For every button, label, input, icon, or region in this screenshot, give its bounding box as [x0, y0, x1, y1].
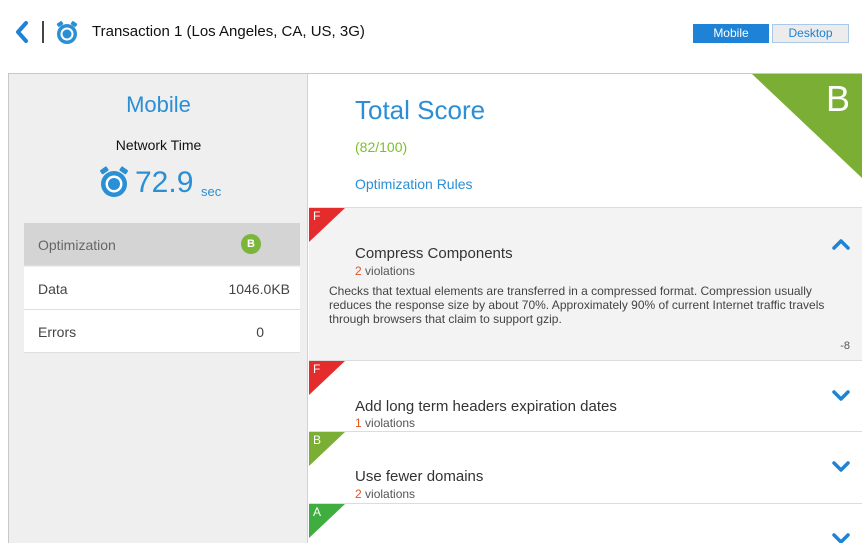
- network-time-value: 72.9: [135, 166, 194, 199]
- metric-value: 0: [256, 324, 264, 340]
- grade-flag-letter: F: [313, 362, 321, 376]
- metric-value: 1046.0KB: [228, 281, 291, 297]
- rule-name: Add long term headers expiration dates: [355, 398, 617, 415]
- total-score-value: (82/100): [355, 139, 408, 155]
- violations-label: violations: [365, 487, 416, 501]
- violations-count: 2: [355, 264, 362, 278]
- metric-label: Data: [38, 281, 68, 297]
- network-time-unit: sec: [201, 184, 222, 199]
- rule-name: Use fewer domains: [355, 468, 484, 485]
- metric-label: Optimization: [38, 237, 116, 253]
- rule-item-expiration-headers[interactable]: F Add long term headers expiration dates…: [309, 360, 862, 431]
- rule-item-compress-components[interactable]: F Compress Components 2 violations Check…: [309, 207, 862, 360]
- violations-count: 1: [355, 416, 362, 430]
- page-title: Transaction 1 (Los Angeles, CA, US, 3G): [92, 23, 365, 40]
- chevron-down-icon[interactable]: [832, 389, 850, 401]
- metric-row-data[interactable]: Data 1046.0KB: [24, 267, 300, 310]
- divider: [42, 21, 44, 43]
- grade-badge: B: [241, 234, 261, 254]
- rule-points: -8: [840, 340, 850, 352]
- panel-heading: Mobile: [126, 92, 191, 117]
- score-panel: Total Score (82/100) Optimization Rules …: [309, 74, 862, 543]
- metric-row-optimization[interactable]: Optimization B: [24, 223, 300, 266]
- grade-flag-letter: B: [313, 433, 322, 447]
- grade-flag-letter: F: [313, 209, 321, 223]
- violations-count: 2: [355, 487, 362, 501]
- rule-name: Compress Components: [355, 245, 513, 262]
- total-score-title: Total Score: [355, 95, 486, 125]
- rule-violations: 2 violations: [355, 487, 415, 501]
- chevron-up-icon[interactable]: [832, 238, 850, 250]
- total-grade-letter: B: [825, 78, 850, 119]
- metric-label: Errors: [38, 324, 77, 340]
- chevron-down-icon[interactable]: [832, 532, 850, 543]
- rule-description: Checks that textual elements are transfe…: [329, 284, 825, 326]
- chevron-down-icon[interactable]: [832, 460, 850, 472]
- stopwatch-icon: [56, 21, 78, 44]
- rule-item-fewer-domains[interactable]: B Use fewer domains 2 violations: [309, 431, 862, 503]
- rule-violations: 2 violations: [355, 264, 415, 278]
- grade-flag-letter: A: [313, 505, 322, 519]
- top-bar: Transaction 1 (Los Angeles, CA, US, 3G) …: [0, 0, 862, 70]
- rule-item-partial[interactable]: A: [309, 503, 862, 543]
- mobile-toggle-button[interactable]: Mobile: [693, 24, 769, 43]
- violations-label: violations: [365, 264, 416, 278]
- desktop-toggle-button[interactable]: Desktop: [772, 24, 849, 43]
- chevron-left-icon[interactable]: [14, 20, 30, 44]
- rule-violations: 1 violations: [355, 416, 415, 430]
- metric-row-errors[interactable]: Errors 0: [24, 310, 300, 353]
- summary-panel: Mobile Network Time 72.9 sec Optimizatio…: [9, 74, 308, 543]
- violations-label: violations: [365, 416, 416, 430]
- optimization-rules-label: Optimization Rules: [355, 176, 473, 192]
- stopwatch-icon: [99, 166, 129, 197]
- network-time-label: Network Time: [115, 137, 202, 153]
